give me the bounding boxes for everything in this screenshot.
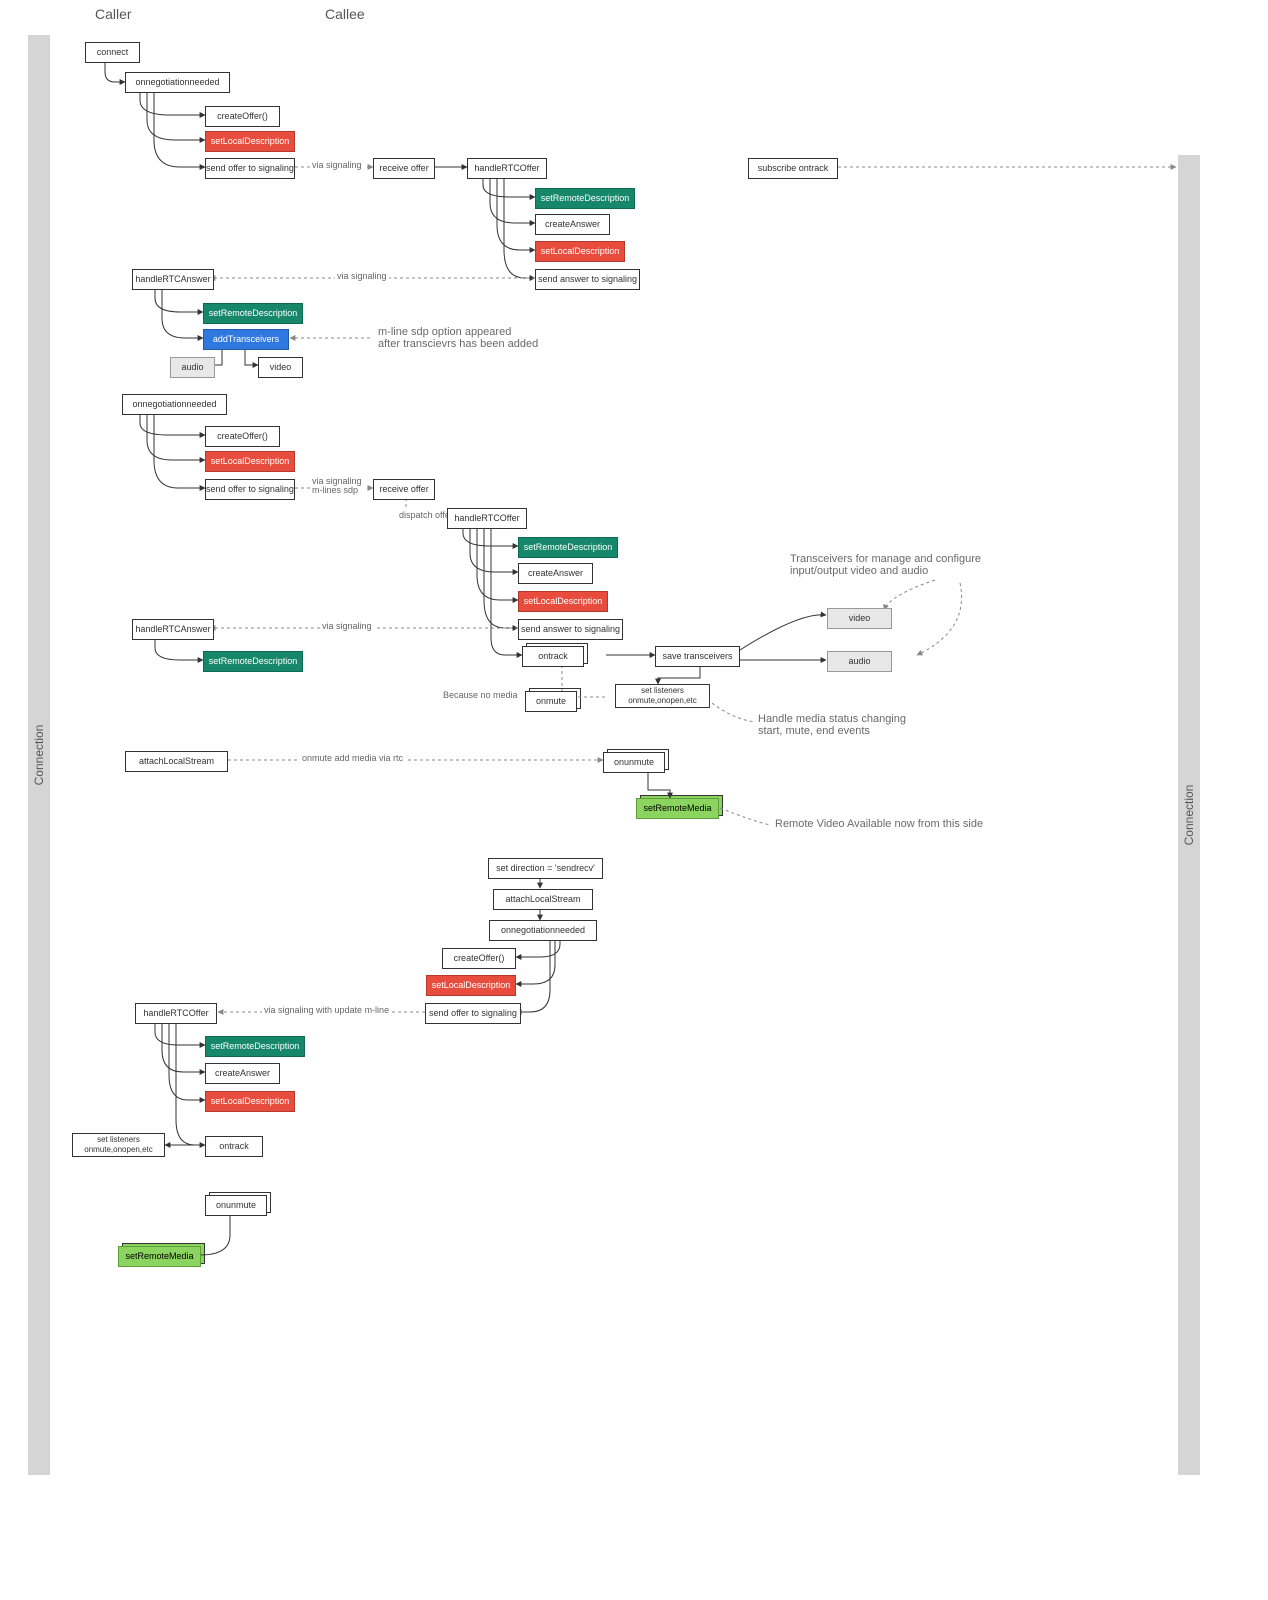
diagram-canvas: Caller Callee Connection Connection [0, 0, 1268, 1600]
node-ontrack-2: ontrack [205, 1136, 263, 1157]
node-addtransceivers: addTransceivers [203, 329, 289, 350]
node-send-offer-3: send offer to signaling [425, 1003, 521, 1024]
label-via-signaling-1: via signaling [310, 160, 364, 170]
header-caller: Caller [95, 6, 132, 22]
node-send-answer-2: send answer to signaling [518, 619, 623, 640]
node-video-1: video [258, 357, 303, 378]
node-createanswer-3: createAnswer [205, 1063, 280, 1084]
node-receive-offer-2: receive offer [373, 479, 435, 500]
node-setremotedescription-2: setRemoteDescription [203, 303, 303, 324]
node-createoffer-1: createOffer() [205, 106, 280, 127]
node-setlocaldescription-4: setLocalDescription [518, 591, 608, 612]
header-callee: Callee [325, 6, 365, 22]
node-connect: connect [85, 42, 140, 63]
node-createanswer-1: createAnswer [535, 214, 610, 235]
node-onunmute-1: onunmute [603, 752, 665, 773]
label-via-signaling-3: via signaling [320, 621, 374, 631]
node-setlocaldescription-2: setLocalDescription [535, 241, 625, 262]
node-ontrack-1: ontrack [522, 646, 584, 667]
node-set-direction: set direction = 'sendrecv' [488, 858, 603, 879]
edges-layer [0, 0, 1268, 1600]
label-via-signaling-update: via signaling with update m-line [262, 1005, 391, 1015]
node-onmute: onmute [525, 691, 577, 712]
node-onnegotiationneeded-2: onnegotiationneeded [122, 394, 227, 415]
lane-right-label: Connection [1182, 785, 1196, 846]
node-setlocaldescription-6: setLocalDescription [205, 1091, 295, 1112]
node-onunmute-2: onunmute [205, 1195, 267, 1216]
node-send-offer-1: send offer to signaling [205, 158, 295, 179]
node-createanswer-2: createAnswer [518, 563, 593, 584]
node-send-offer-2: send offer to signaling [205, 479, 295, 500]
node-handlertcoffer-2: handleRTCOffer [447, 508, 527, 529]
node-setremotedescription-3: setRemoteDescription [518, 537, 618, 558]
node-handlertcanswer-2: handleRTCAnswer [132, 619, 214, 640]
node-send-answer-1: send answer to signaling [535, 269, 640, 290]
node-set-listeners-1: set listeners onmute,onopen,etc [615, 684, 710, 708]
label-onmute-add-media: onmute add media via rtc [300, 753, 405, 763]
node-onnegotiationneeded-3: onnegotiationneeded [489, 920, 597, 941]
annotation-remote-video: Remote Video Available now from this sid… [775, 818, 983, 830]
node-set-listeners-2: set listeners onmute,onopen,etc [72, 1133, 165, 1157]
node-setlocaldescription-3: setLocalDescription [205, 451, 295, 472]
annotation-handle-media: Handle media status changing start, mute… [758, 713, 906, 737]
annotation-transceivers: Transceivers for manage and configure in… [790, 553, 981, 577]
label-via-signaling-2: via signaling [335, 271, 389, 281]
annotation-mline: m-line sdp option appeared after transci… [378, 326, 538, 350]
node-onnegotiationneeded-1: onnegotiationneeded [125, 72, 230, 93]
label-via-signaling-mline: via signaling m-lines sdp [310, 477, 364, 495]
node-subscribe-ontrack: subscribe ontrack [748, 158, 838, 179]
node-createoffer-3: createOffer() [442, 948, 516, 969]
node-video-transceiver: video [827, 608, 892, 629]
node-handlertcanswer-1: handleRTCAnswer [132, 269, 214, 290]
node-handlertcoffer-1: handleRTCOffer [467, 158, 547, 179]
node-setremotemedia-2: setRemoteMedia [118, 1246, 201, 1267]
node-handlertcoffer-3: handleRTCOffer [135, 1003, 217, 1024]
label-because-no-media: Because no media [441, 690, 520, 700]
node-audio-1: audio [170, 357, 215, 378]
lane-right: Connection [1178, 155, 1200, 1475]
node-save-transceivers: save transceivers [655, 646, 740, 667]
node-setremotemedia-1: setRemoteMedia [636, 798, 719, 819]
lane-left: Connection [28, 35, 50, 1475]
node-createoffer-2: createOffer() [205, 426, 280, 447]
node-setlocaldescription-1: setLocalDescription [205, 131, 295, 152]
lane-left-label: Connection [32, 725, 46, 786]
node-attachlocalstream-2: attachLocalStream [493, 889, 593, 910]
node-setlocaldescription-5: setLocalDescription [426, 975, 516, 996]
node-receive-offer-1: receive offer [373, 158, 435, 179]
node-setremotedescription-4: setRemoteDescription [203, 651, 303, 672]
node-setremotedescription-1: setRemoteDescription [535, 188, 635, 209]
node-attachlocalstream-1: attachLocalStream [125, 751, 228, 772]
node-setremotedescription-5: setRemoteDescription [205, 1036, 305, 1057]
node-audio-transceiver: audio [827, 651, 892, 672]
